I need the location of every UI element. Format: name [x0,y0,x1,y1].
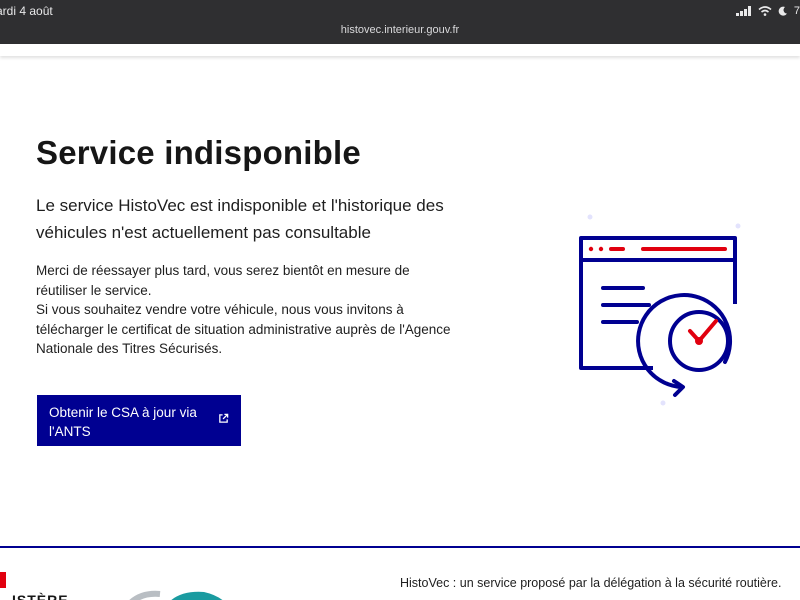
page-title: Service indisponible [36,134,361,171]
address-bar-url[interactable]: histovec.interieur.gouv.fr [0,24,800,36]
ants-csa-button-label: Obtenir le CSA à jour via l'ANTS [49,405,197,439]
site-header-strip [0,44,800,56]
ants-csa-button[interactable]: Obtenir le CSA à jour via l'ANTS [37,395,241,446]
footer-description: HistoVec : un service proposé par la dél… [400,576,782,590]
status-icons: 7 [735,5,800,17]
lead-paragraph: Le service HistoVec est indisponible et … [36,196,444,242]
marianne-flag-bar [0,572,6,588]
signal-icon [735,6,751,16]
retry-message: Merci de réessayer plus tard, vous serez… [36,263,410,298]
body-text: Merci de réessayer plus tard, vous serez… [36,261,456,359]
browser-window-clock-icon [579,214,741,406]
browser-top-bar: ardi 4 août histovec.interieur.gouv.fr 7 [0,0,800,44]
status-date: ardi 4 août [0,4,53,18]
battery-percentage: 7 [793,5,800,17]
ants-message: Si vous souhaitez vendre votre véhicule,… [36,302,451,356]
footer: ISTÈRE HistoVec : un service proposé par… [0,548,800,600]
ministere-logo-text: ISTÈRE [12,592,69,600]
main-content: Service indisponible Le service HistoVec… [0,56,800,546]
moon-icon [778,6,787,16]
wifi-icon [758,6,772,16]
external-link-icon [219,413,229,423]
partner-logo-icon [129,590,223,600]
